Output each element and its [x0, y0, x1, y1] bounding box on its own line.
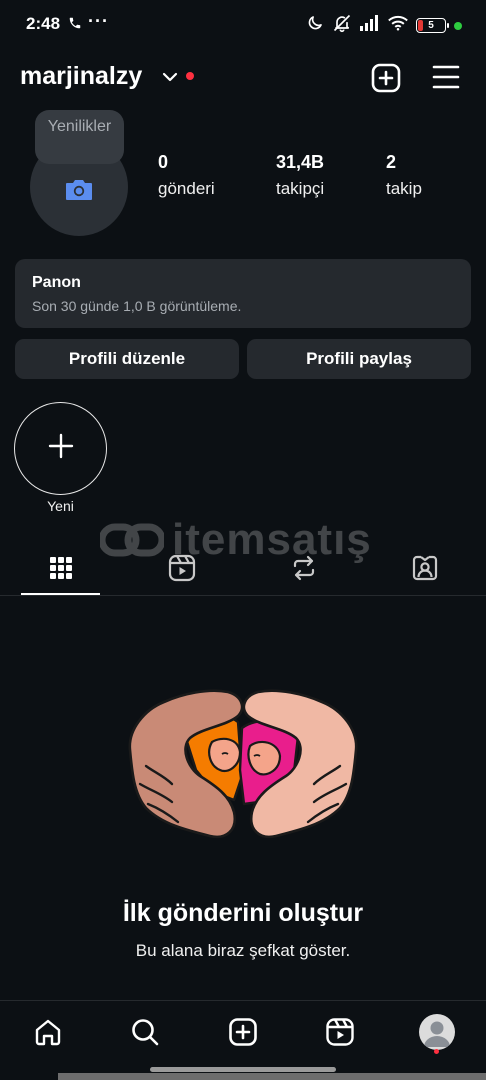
phone-icon: [68, 16, 82, 35]
share-profile-button[interactable]: Profili paylaş: [247, 339, 471, 379]
nav-home[interactable]: [31, 1015, 65, 1049]
followers-count: 31,4B: [276, 152, 325, 172]
new-highlight-button[interactable]: [14, 402, 107, 495]
new-highlight-label: Yeni: [47, 498, 74, 514]
profile-avatar-icon: [419, 1014, 455, 1050]
tab-tagged[interactable]: [405, 550, 445, 586]
menu-icon[interactable]: [432, 64, 460, 95]
chevron-down-icon[interactable]: [162, 70, 178, 88]
privacy-indicator-dot: [454, 21, 462, 30]
tagged-icon: [412, 555, 438, 581]
posts-label: gönderi: [158, 179, 215, 198]
tab-posts-grid[interactable]: [41, 550, 81, 586]
notes-tooltip[interactable]: Yenilikler: [35, 110, 124, 164]
edit-profile-button[interactable]: Profili düzenle: [15, 339, 239, 379]
dashboard-subtitle: Son 30 günde 1,0 B görüntüleme.: [32, 298, 242, 314]
empty-state-subtitle: Bu alana biraz şefkat göster.: [135, 941, 351, 960]
nav-profile[interactable]: [418, 1013, 456, 1051]
tab-reposts[interactable]: [284, 550, 324, 586]
profile-tabs: [0, 542, 486, 596]
reels-icon: [168, 554, 196, 582]
profile-header: marjinalzy: [0, 56, 486, 100]
nav-reels[interactable]: [323, 1015, 357, 1049]
active-tab-indicator: [21, 593, 100, 595]
battery-level: 5: [428, 20, 434, 31]
nav-search[interactable]: [128, 1015, 162, 1049]
heart-hands-illustration: [128, 689, 358, 839]
profile-screen: 2:48 ··· 5 marjinalzy Yenilikler 0 gönde…: [0, 0, 486, 1080]
mute-icon: [332, 13, 352, 38]
reels-icon: [326, 1018, 354, 1046]
followers-stat[interactable]: 31,4B takipçi: [276, 152, 324, 199]
professional-dashboard-card[interactable]: Panon Son 30 günde 1,0 B görüntüleme.: [15, 259, 471, 328]
status-time: 2:48: [26, 14, 61, 33]
wifi-icon: [388, 15, 408, 36]
posts-stat[interactable]: 0 gönderi: [158, 152, 215, 199]
tab-reels[interactable]: [162, 550, 202, 586]
more-notifications-icon: ···: [88, 11, 109, 31]
system-gesture-bar: [58, 1073, 486, 1080]
followers-label: takipçi: [276, 179, 325, 198]
camera-icon: [64, 176, 94, 207]
following-stat[interactable]: 2 takip: [386, 152, 422, 199]
grid-icon: [50, 557, 72, 579]
notification-dot: [186, 72, 194, 80]
home-icon: [35, 1019, 61, 1046]
create-button[interactable]: [370, 62, 402, 99]
home-indicator[interactable]: [150, 1067, 336, 1072]
status-bar: 2:48 ··· 5: [0, 0, 486, 48]
profile-notification-dot: [434, 1049, 439, 1054]
create-icon: [229, 1018, 257, 1046]
following-label: takip: [386, 179, 422, 198]
moon-icon: [306, 14, 324, 37]
following-count: 2: [386, 152, 397, 172]
search-icon: [132, 1019, 159, 1046]
posts-count: 0: [158, 152, 169, 172]
account-switcher[interactable]: marjinalzy: [20, 62, 142, 91]
dashboard-title: Panon: [32, 274, 81, 291]
repost-icon: [293, 555, 315, 581]
signal-icon: [360, 15, 380, 36]
bottom-navigation: [0, 1000, 486, 1062]
empty-state-title: İlk gönderini oluştur: [122, 899, 364, 927]
nav-create[interactable]: [226, 1015, 260, 1049]
battery-icon: 5: [416, 18, 449, 33]
plus-icon: [48, 433, 74, 464]
